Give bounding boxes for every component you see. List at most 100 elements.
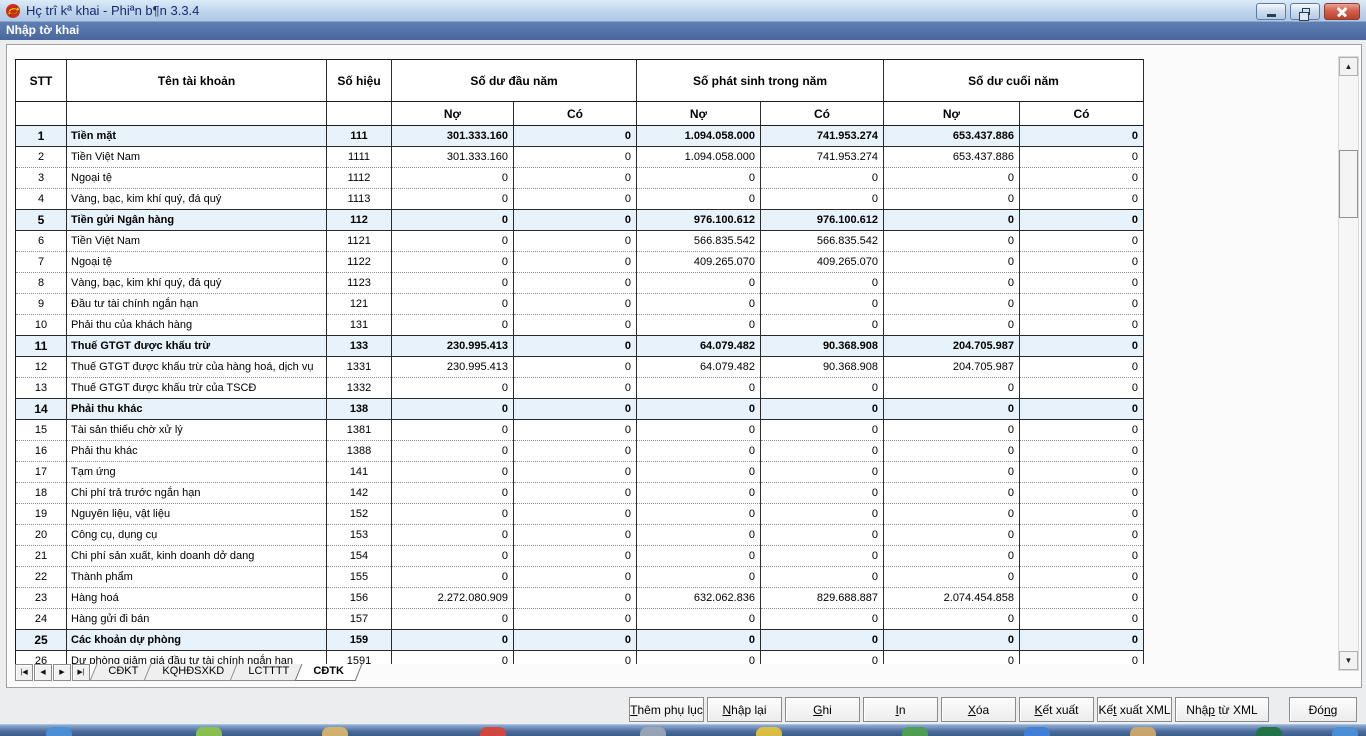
first-sheet-button[interactable]: |◀ bbox=[15, 664, 33, 681]
table-row[interactable]: 19Nguyên liệu, vật liệu152000000 bbox=[16, 504, 1144, 525]
value-cell[interactable]: 0 bbox=[1020, 252, 1144, 273]
value-cell[interactable]: 976.100.612 bbox=[637, 210, 761, 231]
account-code-cell[interactable]: 1111 bbox=[327, 147, 392, 168]
value-cell[interactable]: 0 bbox=[637, 315, 761, 336]
value-cell[interactable]: 0 bbox=[514, 189, 637, 210]
value-cell[interactable]: 0 bbox=[514, 651, 637, 665]
account-name-cell[interactable]: Chi phí trả trước ngắn hạn bbox=[67, 483, 327, 504]
value-cell[interactable]: 566.835.542 bbox=[637, 231, 761, 252]
value-cell[interactable]: 0 bbox=[1020, 399, 1144, 420]
account-name-cell[interactable]: Dự phòng giảm giá đầu tư tài chính ngắn … bbox=[67, 651, 327, 665]
table-row[interactable]: 15Tài sản thiếu chờ xử lý1381000000 bbox=[16, 420, 1144, 441]
value-cell[interactable]: 0 bbox=[392, 504, 514, 525]
account-code-cell[interactable]: 1381 bbox=[327, 420, 392, 441]
taskbar-icon[interactable] bbox=[196, 727, 222, 736]
value-cell[interactable]: 0 bbox=[884, 189, 1020, 210]
account-code-cell[interactable]: 1331 bbox=[327, 357, 392, 378]
row-stt[interactable]: 17 bbox=[16, 462, 67, 483]
table-row[interactable]: 8Vàng, bạc, kim khí quý, đá quý112300000… bbox=[16, 273, 1144, 294]
value-cell[interactable]: 0 bbox=[884, 609, 1020, 630]
account-code-cell[interactable]: 1122 bbox=[327, 252, 392, 273]
value-cell[interactable]: 0 bbox=[392, 168, 514, 189]
value-cell[interactable]: 0 bbox=[392, 483, 514, 504]
value-cell[interactable]: 0 bbox=[761, 462, 884, 483]
value-cell[interactable]: 0 bbox=[637, 525, 761, 546]
row-stt[interactable]: 15 bbox=[16, 420, 67, 441]
value-cell[interactable]: 0 bbox=[514, 357, 637, 378]
value-cell[interactable]: 0 bbox=[514, 441, 637, 462]
account-name-cell[interactable]: Tạm ứng bbox=[67, 462, 327, 483]
value-cell[interactable]: 0 bbox=[884, 420, 1020, 441]
sheet-tab-cđtk[interactable]: CĐTK bbox=[294, 664, 361, 681]
value-cell[interactable]: 0 bbox=[392, 546, 514, 567]
value-cell[interactable]: 653.437.886 bbox=[884, 147, 1020, 168]
value-cell[interactable]: 0 bbox=[761, 378, 884, 399]
nhap-lai-button[interactable]: Nhập lại bbox=[707, 697, 782, 722]
value-cell[interactable]: 0 bbox=[514, 168, 637, 189]
value-cell[interactable]: 204.705.987 bbox=[884, 357, 1020, 378]
value-cell[interactable]: 0 bbox=[392, 252, 514, 273]
scroll-down-button[interactable]: ▼ bbox=[1339, 651, 1358, 670]
value-cell[interactable]: 64.079.482 bbox=[637, 336, 761, 357]
value-cell[interactable]: 0 bbox=[392, 441, 514, 462]
value-cell[interactable]: 0 bbox=[637, 609, 761, 630]
account-code-cell[interactable]: 159 bbox=[327, 630, 392, 651]
value-cell[interactable]: 0 bbox=[761, 294, 884, 315]
value-cell[interactable]: 0 bbox=[884, 210, 1020, 231]
value-cell[interactable]: 0 bbox=[1020, 273, 1144, 294]
account-name-cell[interactable]: Ngoại tệ bbox=[67, 252, 327, 273]
account-name-cell[interactable]: Phải thu của khách hàng bbox=[67, 315, 327, 336]
value-cell[interactable]: 829.688.887 bbox=[761, 588, 884, 609]
value-cell[interactable]: 230.995.413 bbox=[392, 357, 514, 378]
dong-button[interactable]: Đóng bbox=[1289, 697, 1357, 722]
value-cell[interactable]: 0 bbox=[514, 126, 637, 147]
account-name-cell[interactable]: Tiền Việt Nam bbox=[67, 231, 327, 252]
account-code-cell[interactable]: 111 bbox=[327, 126, 392, 147]
value-cell[interactable]: 1.094.058.000 bbox=[637, 126, 761, 147]
account-code-cell[interactable]: 156 bbox=[327, 588, 392, 609]
value-cell[interactable]: 0 bbox=[761, 189, 884, 210]
value-cell[interactable]: 0 bbox=[884, 252, 1020, 273]
value-cell[interactable]: 0 bbox=[637, 462, 761, 483]
value-cell[interactable]: 0 bbox=[761, 630, 884, 651]
value-cell[interactable]: 0 bbox=[514, 546, 637, 567]
row-stt[interactable]: 9 bbox=[16, 294, 67, 315]
value-cell[interactable]: 0 bbox=[884, 441, 1020, 462]
account-name-cell[interactable]: Các khoản dự phòng bbox=[67, 630, 327, 651]
value-cell[interactable]: 0 bbox=[1020, 504, 1144, 525]
sheet-tab-kqhđsxkd[interactable]: KQHĐSXKD bbox=[144, 664, 243, 681]
table-row[interactable]: 25Các khoản dự phòng159000000 bbox=[16, 630, 1144, 651]
table-row[interactable]: 26Dự phòng giảm giá đầu tư tài chính ngắ… bbox=[16, 651, 1144, 665]
account-code-cell[interactable]: 1113 bbox=[327, 189, 392, 210]
nhap-tu-xml-button[interactable]: Nhập từ XML bbox=[1175, 697, 1269, 722]
row-stt[interactable]: 13 bbox=[16, 378, 67, 399]
table-row[interactable]: 21Chi phí sản xuất, kinh doanh dở dang15… bbox=[16, 546, 1144, 567]
account-code-cell[interactable]: 142 bbox=[327, 483, 392, 504]
value-cell[interactable]: 566.835.542 bbox=[761, 231, 884, 252]
account-name-cell[interactable]: Tiền mặt bbox=[67, 126, 327, 147]
row-stt[interactable]: 26 bbox=[16, 651, 67, 665]
value-cell[interactable]: 0 bbox=[761, 546, 884, 567]
taskbar-icon[interactable] bbox=[480, 727, 506, 736]
value-cell[interactable]: 0 bbox=[514, 273, 637, 294]
account-name-cell[interactable]: Vàng, bạc, kim khí quý, đá quý bbox=[67, 273, 327, 294]
value-cell[interactable]: 0 bbox=[514, 147, 637, 168]
value-cell[interactable]: 0 bbox=[1020, 210, 1144, 231]
value-cell[interactable]: 0 bbox=[761, 567, 884, 588]
ket-xuat-button[interactable]: Kết xuất bbox=[1019, 697, 1094, 722]
row-stt[interactable]: 23 bbox=[16, 588, 67, 609]
value-cell[interactable]: 0 bbox=[884, 273, 1020, 294]
row-stt[interactable]: 18 bbox=[16, 483, 67, 504]
value-cell[interactable]: 0 bbox=[637, 168, 761, 189]
value-cell[interactable]: 0 bbox=[392, 630, 514, 651]
account-name-cell[interactable]: Phải thu khác bbox=[67, 441, 327, 462]
value-cell[interactable]: 0 bbox=[392, 231, 514, 252]
value-cell[interactable]: 0 bbox=[392, 651, 514, 665]
account-name-cell[interactable]: Công cụ, dụng cụ bbox=[67, 525, 327, 546]
row-stt[interactable]: 16 bbox=[16, 441, 67, 462]
value-cell[interactable]: 0 bbox=[637, 273, 761, 294]
them-phu-luc-button[interactable]: Thêm phụ lục bbox=[629, 697, 704, 722]
value-cell[interactable]: 0 bbox=[1020, 336, 1144, 357]
value-cell[interactable]: 230.995.413 bbox=[392, 336, 514, 357]
scroll-up-button[interactable]: ▲ bbox=[1339, 57, 1358, 76]
